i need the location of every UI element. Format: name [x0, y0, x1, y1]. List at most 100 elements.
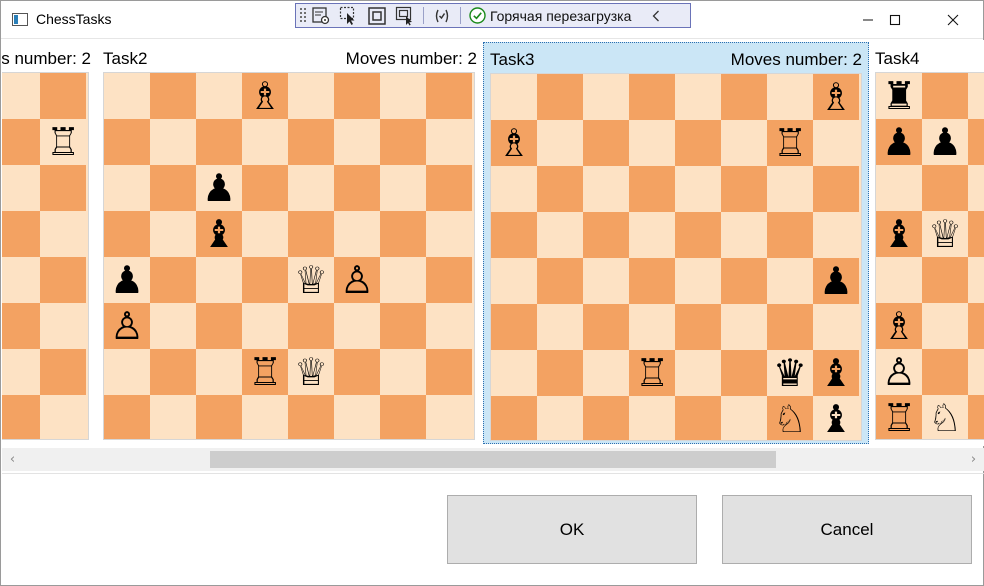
board-square[interactable]: [40, 211, 86, 257]
title-bar[interactable]: ChessTasks Горячая перезагрузка: [1, 1, 983, 39]
board-square[interactable]: [104, 395, 150, 439]
board-square[interactable]: [537, 120, 583, 166]
board-square[interactable]: [491, 166, 537, 212]
board-square[interactable]: [334, 119, 380, 165]
board-square[interactable]: [196, 257, 242, 303]
toolbar-grip-icon[interactable]: [299, 7, 307, 24]
black-rook-icon[interactable]: ♜: [876, 73, 922, 119]
board-square[interactable]: [196, 119, 242, 165]
board-square[interactable]: [491, 212, 537, 258]
white-bishop-icon[interactable]: ♗: [242, 73, 288, 119]
task-panel-2[interactable]: Task2 Moves number: 2 ♗ ♟ ♝ ♟ ♕ ♙ ♙ ♖ ♕: [97, 42, 483, 444]
board-square[interactable]: [675, 120, 721, 166]
board-square[interactable]: [968, 73, 984, 119]
board-square[interactable]: [968, 349, 984, 395]
board-square[interactable]: [767, 258, 813, 304]
layout-adorners-icon[interactable]: [363, 4, 391, 27]
board-square[interactable]: [491, 350, 537, 396]
board-square[interactable]: [675, 396, 721, 440]
board-square[interactable]: [2, 165, 40, 211]
board-square[interactable]: [288, 211, 334, 257]
board-square[interactable]: [426, 211, 472, 257]
board-square[interactable]: [104, 165, 150, 211]
board-square[interactable]: [2, 211, 40, 257]
board-square[interactable]: [2, 303, 40, 349]
track-focus-icon[interactable]: [391, 4, 419, 27]
board-square[interactable]: [150, 349, 196, 395]
maximize-button[interactable]: [872, 1, 918, 38]
chess-board[interactable]: ♜ ♟ ♟ ♝ ♕ ♗ ♙ ♖ ♘: [875, 72, 984, 440]
board-square[interactable]: [629, 304, 675, 350]
white-rook-icon[interactable]: ♖: [767, 120, 813, 166]
board-square[interactable]: [426, 165, 472, 211]
white-rook-icon[interactable]: ♖: [629, 350, 675, 396]
board-square[interactable]: [537, 212, 583, 258]
white-pawn-icon[interactable]: ♙: [104, 303, 150, 349]
board-square[interactable]: [767, 74, 813, 120]
board-square[interactable]: [968, 257, 984, 303]
board-square[interactable]: [426, 73, 472, 119]
white-bishop-icon[interactable]: ♗: [491, 120, 537, 166]
board-square[interactable]: [813, 166, 859, 212]
board-square[interactable]: [767, 212, 813, 258]
board-square[interactable]: [721, 304, 767, 350]
cancel-button[interactable]: Cancel: [722, 495, 972, 564]
board-square[interactable]: [629, 120, 675, 166]
board-square[interactable]: [968, 303, 984, 349]
board-square[interactable]: [334, 395, 380, 439]
board-square[interactable]: [2, 119, 40, 165]
white-bishop-icon[interactable]: ♗: [813, 74, 859, 120]
board-square[interactable]: [675, 74, 721, 120]
board-square[interactable]: [968, 119, 984, 165]
chess-board[interactable]: ♗ ♗ ♖ ♟ ♖ ♛ ♝ ♘ ♝: [490, 73, 862, 441]
board-square[interactable]: [242, 165, 288, 211]
board-square[interactable]: [426, 349, 472, 395]
board-square[interactable]: [40, 257, 86, 303]
board-square[interactable]: [334, 303, 380, 349]
board-square[interactable]: [629, 396, 675, 440]
board-square[interactable]: [675, 212, 721, 258]
board-square[interactable]: [150, 211, 196, 257]
board-square[interactable]: [813, 120, 859, 166]
board-square[interactable]: [334, 73, 380, 119]
board-square[interactable]: [675, 304, 721, 350]
board-square[interactable]: [104, 349, 150, 395]
white-bishop-icon[interactable]: ♗: [876, 303, 922, 349]
task-panel-4[interactable]: Task4 ♜ ♟ ♟ ♝ ♕ ♗ ♙ ♖ ♘: [869, 42, 984, 444]
board-square[interactable]: [721, 350, 767, 396]
board-square[interactable]: [380, 73, 426, 119]
board-square[interactable]: [380, 395, 426, 439]
board-square[interactable]: [242, 395, 288, 439]
board-square[interactable]: [537, 350, 583, 396]
board-square[interactable]: [150, 303, 196, 349]
board-square[interactable]: [334, 165, 380, 211]
board-square[interactable]: [968, 395, 984, 439]
chevron-right-icon[interactable]: ›: [965, 448, 982, 471]
board-square[interactable]: [2, 257, 40, 303]
chevron-left-icon[interactable]: [649, 10, 663, 22]
board-square[interactable]: [721, 212, 767, 258]
board-square[interactable]: [583, 304, 629, 350]
board-square[interactable]: [426, 395, 472, 439]
board-square[interactable]: [675, 258, 721, 304]
board-square[interactable]: [721, 258, 767, 304]
board-square[interactable]: [40, 349, 86, 395]
board-square[interactable]: [537, 166, 583, 212]
board-square[interactable]: [196, 395, 242, 439]
board-square[interactable]: [288, 73, 334, 119]
board-square[interactable]: [922, 165, 968, 211]
board-square[interactable]: [583, 396, 629, 440]
board-square[interactable]: [491, 396, 537, 440]
board-square[interactable]: [242, 257, 288, 303]
board-square[interactable]: [721, 396, 767, 440]
board-square[interactable]: [196, 73, 242, 119]
board-square[interactable]: [40, 303, 86, 349]
black-bishop-icon[interactable]: ♝: [196, 211, 242, 257]
board-square[interactable]: [767, 304, 813, 350]
board-square[interactable]: [491, 74, 537, 120]
board-square[interactable]: [2, 73, 40, 119]
board-square[interactable]: [721, 74, 767, 120]
board-square[interactable]: [150, 257, 196, 303]
board-square[interactable]: [876, 165, 922, 211]
black-pawn-icon[interactable]: ♟: [813, 258, 859, 304]
